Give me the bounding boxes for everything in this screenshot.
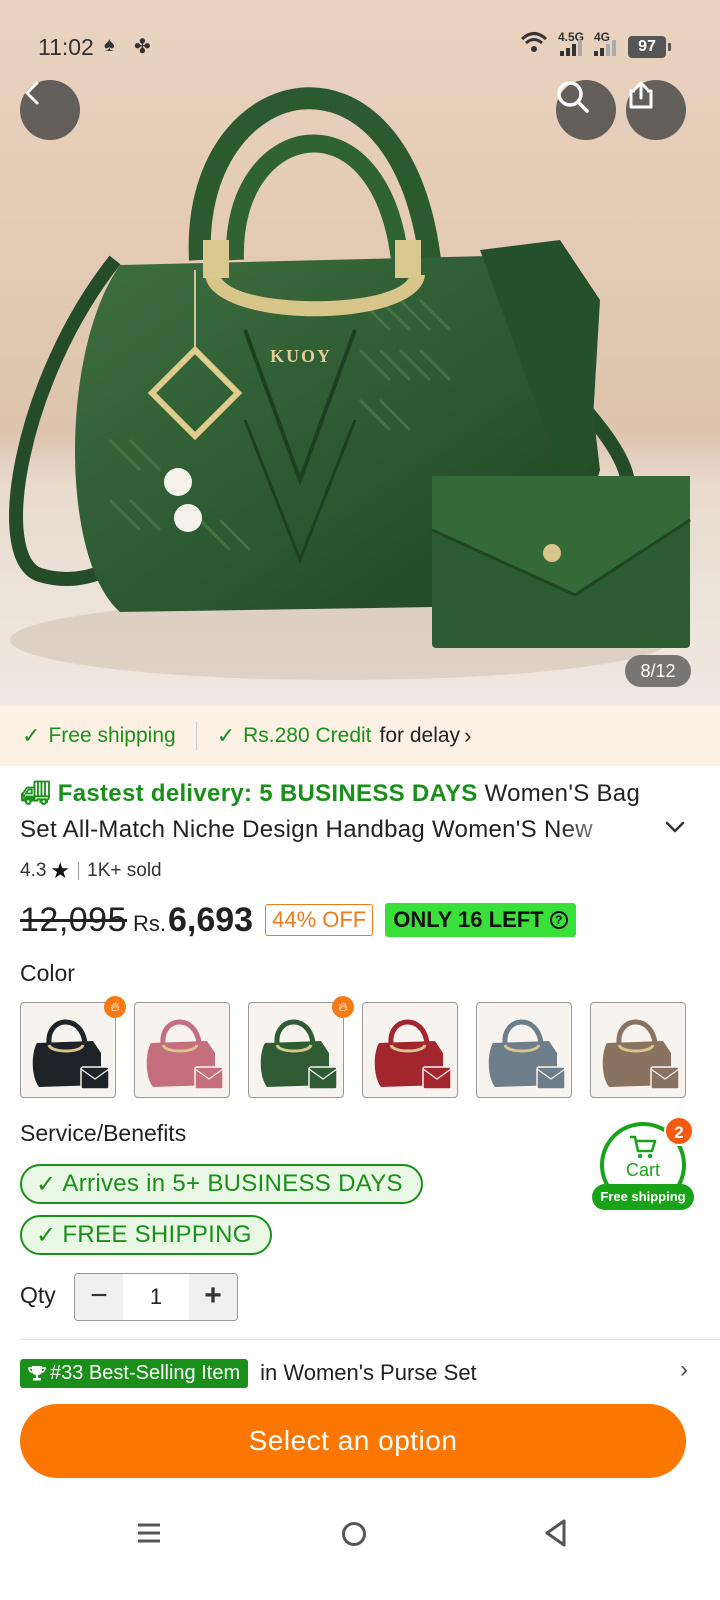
swatch-bag-image — [260, 1019, 338, 1090]
color-swatch-khaki[interactable] — [590, 1002, 686, 1098]
service-label: Service/Benefits — [20, 1120, 187, 1146]
shipping-banner[interactable]: ✓ Free shipping ✓ Rs.280 Credit for dela… — [0, 706, 720, 766]
share-button[interactable] — [626, 80, 686, 140]
cart-count-badge: 2 — [664, 1116, 694, 1146]
best-selling-badge-text: #33 Best-Selling Item — [50, 1361, 241, 1384]
free-shipping-pill: ✓ FREE SHIPPING — [20, 1215, 272, 1255]
best-selling-row[interactable]: #33 Best-Selling Item in Women's Purse S… — [20, 1356, 696, 1390]
rating-value: 4.3 — [20, 860, 47, 881]
color-swatch-gray-blue[interactable] — [476, 1002, 572, 1098]
free-shipping-pill-text: FREE SHIPPING — [62, 1221, 252, 1248]
discount-badge: 44% OFF — [265, 904, 374, 936]
star-icon: ★ — [50, 858, 71, 883]
fastest-delivery-label: Fastest delivery: 5 BUSINESS DAYS — [57, 780, 478, 807]
swatch-bag-image — [146, 1019, 224, 1090]
color-swatch-pink[interactable] — [134, 1002, 230, 1098]
current-price: 6,693 — [168, 900, 254, 939]
divider — [20, 1339, 720, 1340]
stock-text: ONLY 16 LEFT — [393, 907, 544, 932]
chevron-down-icon — [665, 821, 685, 833]
arrives-text: Arrives in 5+ BUSINESS DAYS — [62, 1170, 403, 1197]
back-nav-icon[interactable] — [542, 1518, 570, 1548]
best-selling-category: in Women's Purse Set — [260, 1360, 477, 1385]
snapchat-notification-icon: ♠ — [104, 34, 115, 56]
credit-suffix: for delay — [379, 724, 461, 747]
stock-badge[interactable]: ONLY 16 LEFT ? — [385, 903, 576, 937]
share-icon — [629, 81, 653, 109]
battery-indicator: 97 — [628, 36, 671, 58]
hot-flame-icon: 🔥︎ — [104, 996, 126, 1018]
image-counter: 8/12 — [625, 655, 691, 687]
rating-row[interactable]: 4.3 ★ 1K+ sold — [20, 858, 162, 884]
best-selling-badge: #33 Best-Selling Item — [20, 1358, 249, 1388]
quantity-stepper: − 1 + — [74, 1273, 238, 1321]
swatch-bag-image — [488, 1019, 566, 1090]
color-swatch-red[interactable] — [362, 1002, 458, 1098]
title-fade — [560, 812, 660, 848]
chevron-right-icon: › — [464, 723, 472, 748]
sold-count: 1K+ sold — [87, 860, 162, 881]
credit-text: Rs.280 Credit — [243, 724, 372, 747]
swatch-bag-image — [374, 1019, 452, 1090]
original-price: 12,095 — [20, 900, 127, 939]
arrives-pill: ✓ Arrives in 5+ BUSINESS DAYS — [20, 1164, 423, 1204]
decrement-button[interactable]: − — [75, 1274, 123, 1320]
clock: 11:02 — [38, 34, 94, 60]
divider — [78, 862, 80, 880]
home-icon[interactable] — [340, 1520, 368, 1548]
free-shipping-text: Free shipping — [48, 724, 176, 747]
back-button[interactable] — [20, 80, 80, 140]
color-swatch-green[interactable] — [248, 1002, 344, 1098]
swatch-bag-image — [32, 1019, 110, 1090]
search-button[interactable] — [556, 80, 616, 140]
check-icon: ✓ — [36, 1221, 57, 1249]
qty-label: Qty — [20, 1282, 56, 1308]
price-row: 12,095 Rs. 6,693 44% OFF ONLY 16 LEFT ? — [20, 896, 576, 944]
color-label: Color — [20, 960, 75, 986]
divider — [195, 722, 197, 750]
cart-free-shipping-badge: Free shipping — [592, 1184, 694, 1210]
quantity-input[interactable]: 1 — [123, 1274, 189, 1320]
color-swatch-list: 🔥︎ 🔥︎ — [20, 996, 720, 1100]
cart-icon — [630, 1135, 657, 1159]
chevron-left-icon — [25, 81, 39, 105]
currency-prefix: Rs. — [133, 911, 166, 936]
trophy-icon — [28, 1366, 46, 1381]
delivery-truck-icon: 🚚︎ — [20, 780, 51, 807]
search-icon — [557, 81, 589, 113]
select-option-button[interactable]: Select an option — [20, 1404, 686, 1478]
check-icon: ✓ — [36, 1170, 57, 1198]
cart-label: Cart — [625, 1160, 660, 1180]
hot-flame-icon: 🔥︎ — [332, 996, 354, 1018]
brand-logo-text: KUOY — [270, 346, 332, 366]
status-bar: 11:02 ♠ ✤ 4.5G 4G 97 — [0, 0, 720, 92]
help-icon: ? — [549, 911, 568, 929]
expand-title-button[interactable] — [664, 814, 686, 840]
system-navigation-bar — [0, 1500, 720, 1600]
chevron-right-icon: › — [680, 1356, 688, 1383]
check-icon: ✓ — [22, 723, 41, 748]
recent-apps-icon[interactable] — [136, 1520, 162, 1546]
swatch-bag-image — [602, 1019, 680, 1090]
check-icon: ✓ — [216, 723, 236, 748]
color-swatch-black[interactable] — [20, 1002, 116, 1098]
product-image[interactable]: KUOY 11:02 ♠ ✤ 4.5G 4G 97 8/12 — [0, 0, 720, 720]
increment-button[interactable]: + — [189, 1274, 237, 1320]
pinwheel-notification-icon: ✤ — [134, 36, 151, 58]
